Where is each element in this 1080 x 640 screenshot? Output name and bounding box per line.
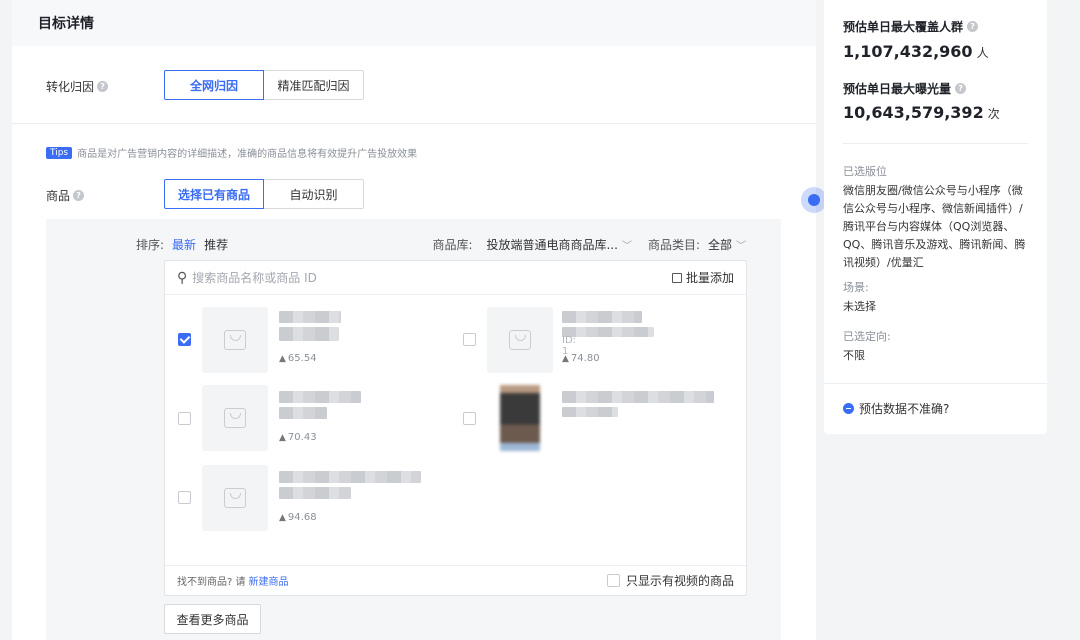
scene-label: 场景: [843,281,869,294]
heat-score: ▲ 74.80 [562,353,600,364]
product-photo [487,385,553,451]
reach-title: 预估单日最大覆盖人群? [843,18,979,35]
product-thumbnail [202,465,268,531]
attribution-option-precise-match[interactable]: 精准匹配归因 [264,70,364,100]
placement-label: 已选版位 [843,165,887,178]
feedback-icon [843,403,854,414]
search-input[interactable] [192,270,672,285]
sort-bar: 排序: 最新 推荐 商品库: 投放端普通电商商品库... ﹀ 商品类目: 全部 ﹀ [136,236,746,253]
blurred-title [279,471,421,483]
heat-score: ▲ 70.43 [279,432,317,443]
goods-label: 商品? [46,187,85,204]
help-icon[interactable]: ? [97,81,109,92]
video-only-checkbox[interactable] [606,574,620,587]
flame-icon: ▲ [279,512,286,523]
blurred-title [562,391,714,403]
create-goods-link[interactable]: 新建商品 [249,573,289,588]
batch-add-icon [671,272,682,283]
shopping-bag-icon [224,408,246,428]
chevron-down-icon: ﹀ [621,240,632,252]
main-panel: 目标详情 转化归因? 全网归因 精准匹配归因 Tips 商品是对广告营销内容的详… [12,0,816,640]
targeting-value: 不限 [843,349,865,362]
item-checkbox[interactable] [178,333,191,346]
blurred-title [279,311,341,323]
shopping-bag-icon [509,330,531,350]
shopping-bag-icon [224,488,246,508]
library-dropdown[interactable]: 投放端普通电商商品库... ﹀ [486,236,631,253]
section-header: 目标详情 [12,0,816,46]
inaccurate-feedback-link[interactable]: 预估数据不准确? [843,400,949,417]
divider [843,143,1028,144]
library-label: 商品库: [432,237,473,252]
chevron-down-icon: ﹀ [736,240,746,252]
attribution-label: 转化归因? [46,78,109,95]
attribution-option-all-network[interactable]: 全网归因 [164,70,264,100]
flame-icon: ▲ [562,353,569,364]
attribution-segmented: 全网归因 精准匹配归因 [164,70,364,100]
tips-bar: Tips 商品是对广告营销内容的详细描述，准确的商品信息将有效提升广告投放效果 [46,145,417,160]
goods-list: ⚲ 批量添加 ▲65.54 ID: 1 ▲74.80 ▲70. [164,260,747,596]
blurred-title [562,311,642,323]
page-title: 目标详情 [38,16,94,32]
help-icon[interactable]: ? [967,21,979,32]
blurred-photo [500,385,540,451]
sort-option-recommend[interactable]: 推荐 [204,236,228,253]
heat-score: ▲ 65.54 [279,353,317,364]
product-thumbnail [487,307,553,373]
blurred-title [279,407,327,419]
product-thumbnail [202,385,268,451]
flame-icon: ▲ [279,353,286,364]
category-label: 商品类目: [647,237,700,252]
divider [12,123,816,124]
goods-option-auto-detect[interactable]: 自动识别 [264,179,364,209]
video-only-toggle[interactable]: 只显示有视频的商品 [606,572,734,589]
exposure-title: 预估单日最大曝光量? [843,80,967,97]
goods-option-select-existing[interactable]: 选择已有商品 [164,179,264,209]
targeting-label: 已选定向: [843,330,891,343]
heat-score: ▲ 94.68 [279,512,317,523]
scene-value: 未选择 [843,300,876,313]
help-icon[interactable]: ? [73,190,85,201]
estimate-panel: 预估单日最大覆盖人群? 1,107,432,960 人 预估单日最大曝光量? 10… [824,0,1047,434]
category-dropdown[interactable]: 全部 ﹀ [708,236,746,253]
divider [824,383,1047,384]
goods-segmented: 选择已有商品 自动识别 [164,179,364,209]
view-more-goods-button[interactable]: 查看更多商品 [164,604,261,634]
not-found-text: 找不到商品? 请 [177,577,246,588]
tips-text: 商品是对广告营销内容的详细描述，准确的商品信息将有效提升广告投放效果 [77,149,418,160]
sort-label: 排序: [136,237,165,252]
blurred-title [562,407,618,417]
help-icon[interactable]: ? [955,83,967,94]
blurred-title [279,391,361,403]
blurred-title [279,327,339,341]
sort-option-latest[interactable]: 最新 [172,236,196,253]
search-row: ⚲ 批量添加 [165,261,746,295]
shopping-bag-icon [224,330,246,350]
reach-value: 1,107,432,960 人 [843,42,989,61]
placement-value: 微信朋友圈/微信公众号与小程序（微信公众号与小程序、微信新闻插件）/腾讯平台与内… [843,184,1026,269]
product-thumbnail [202,307,268,373]
item-checkbox[interactable] [463,412,476,425]
list-footer: 找不到商品? 请 新建商品 只显示有视频的商品 [165,565,746,595]
blurred-title [279,487,351,499]
batch-add-button[interactable]: 批量添加 [671,269,734,286]
item-checkbox[interactable] [178,491,191,504]
tips-badge: Tips [46,146,73,159]
item-checkbox[interactable] [463,333,476,346]
item-checkbox[interactable] [178,412,191,425]
flame-icon: ▲ [279,432,286,443]
exposure-value: 10,643,579,392 次 [843,103,1000,122]
search-icon: ⚲ [177,269,188,286]
